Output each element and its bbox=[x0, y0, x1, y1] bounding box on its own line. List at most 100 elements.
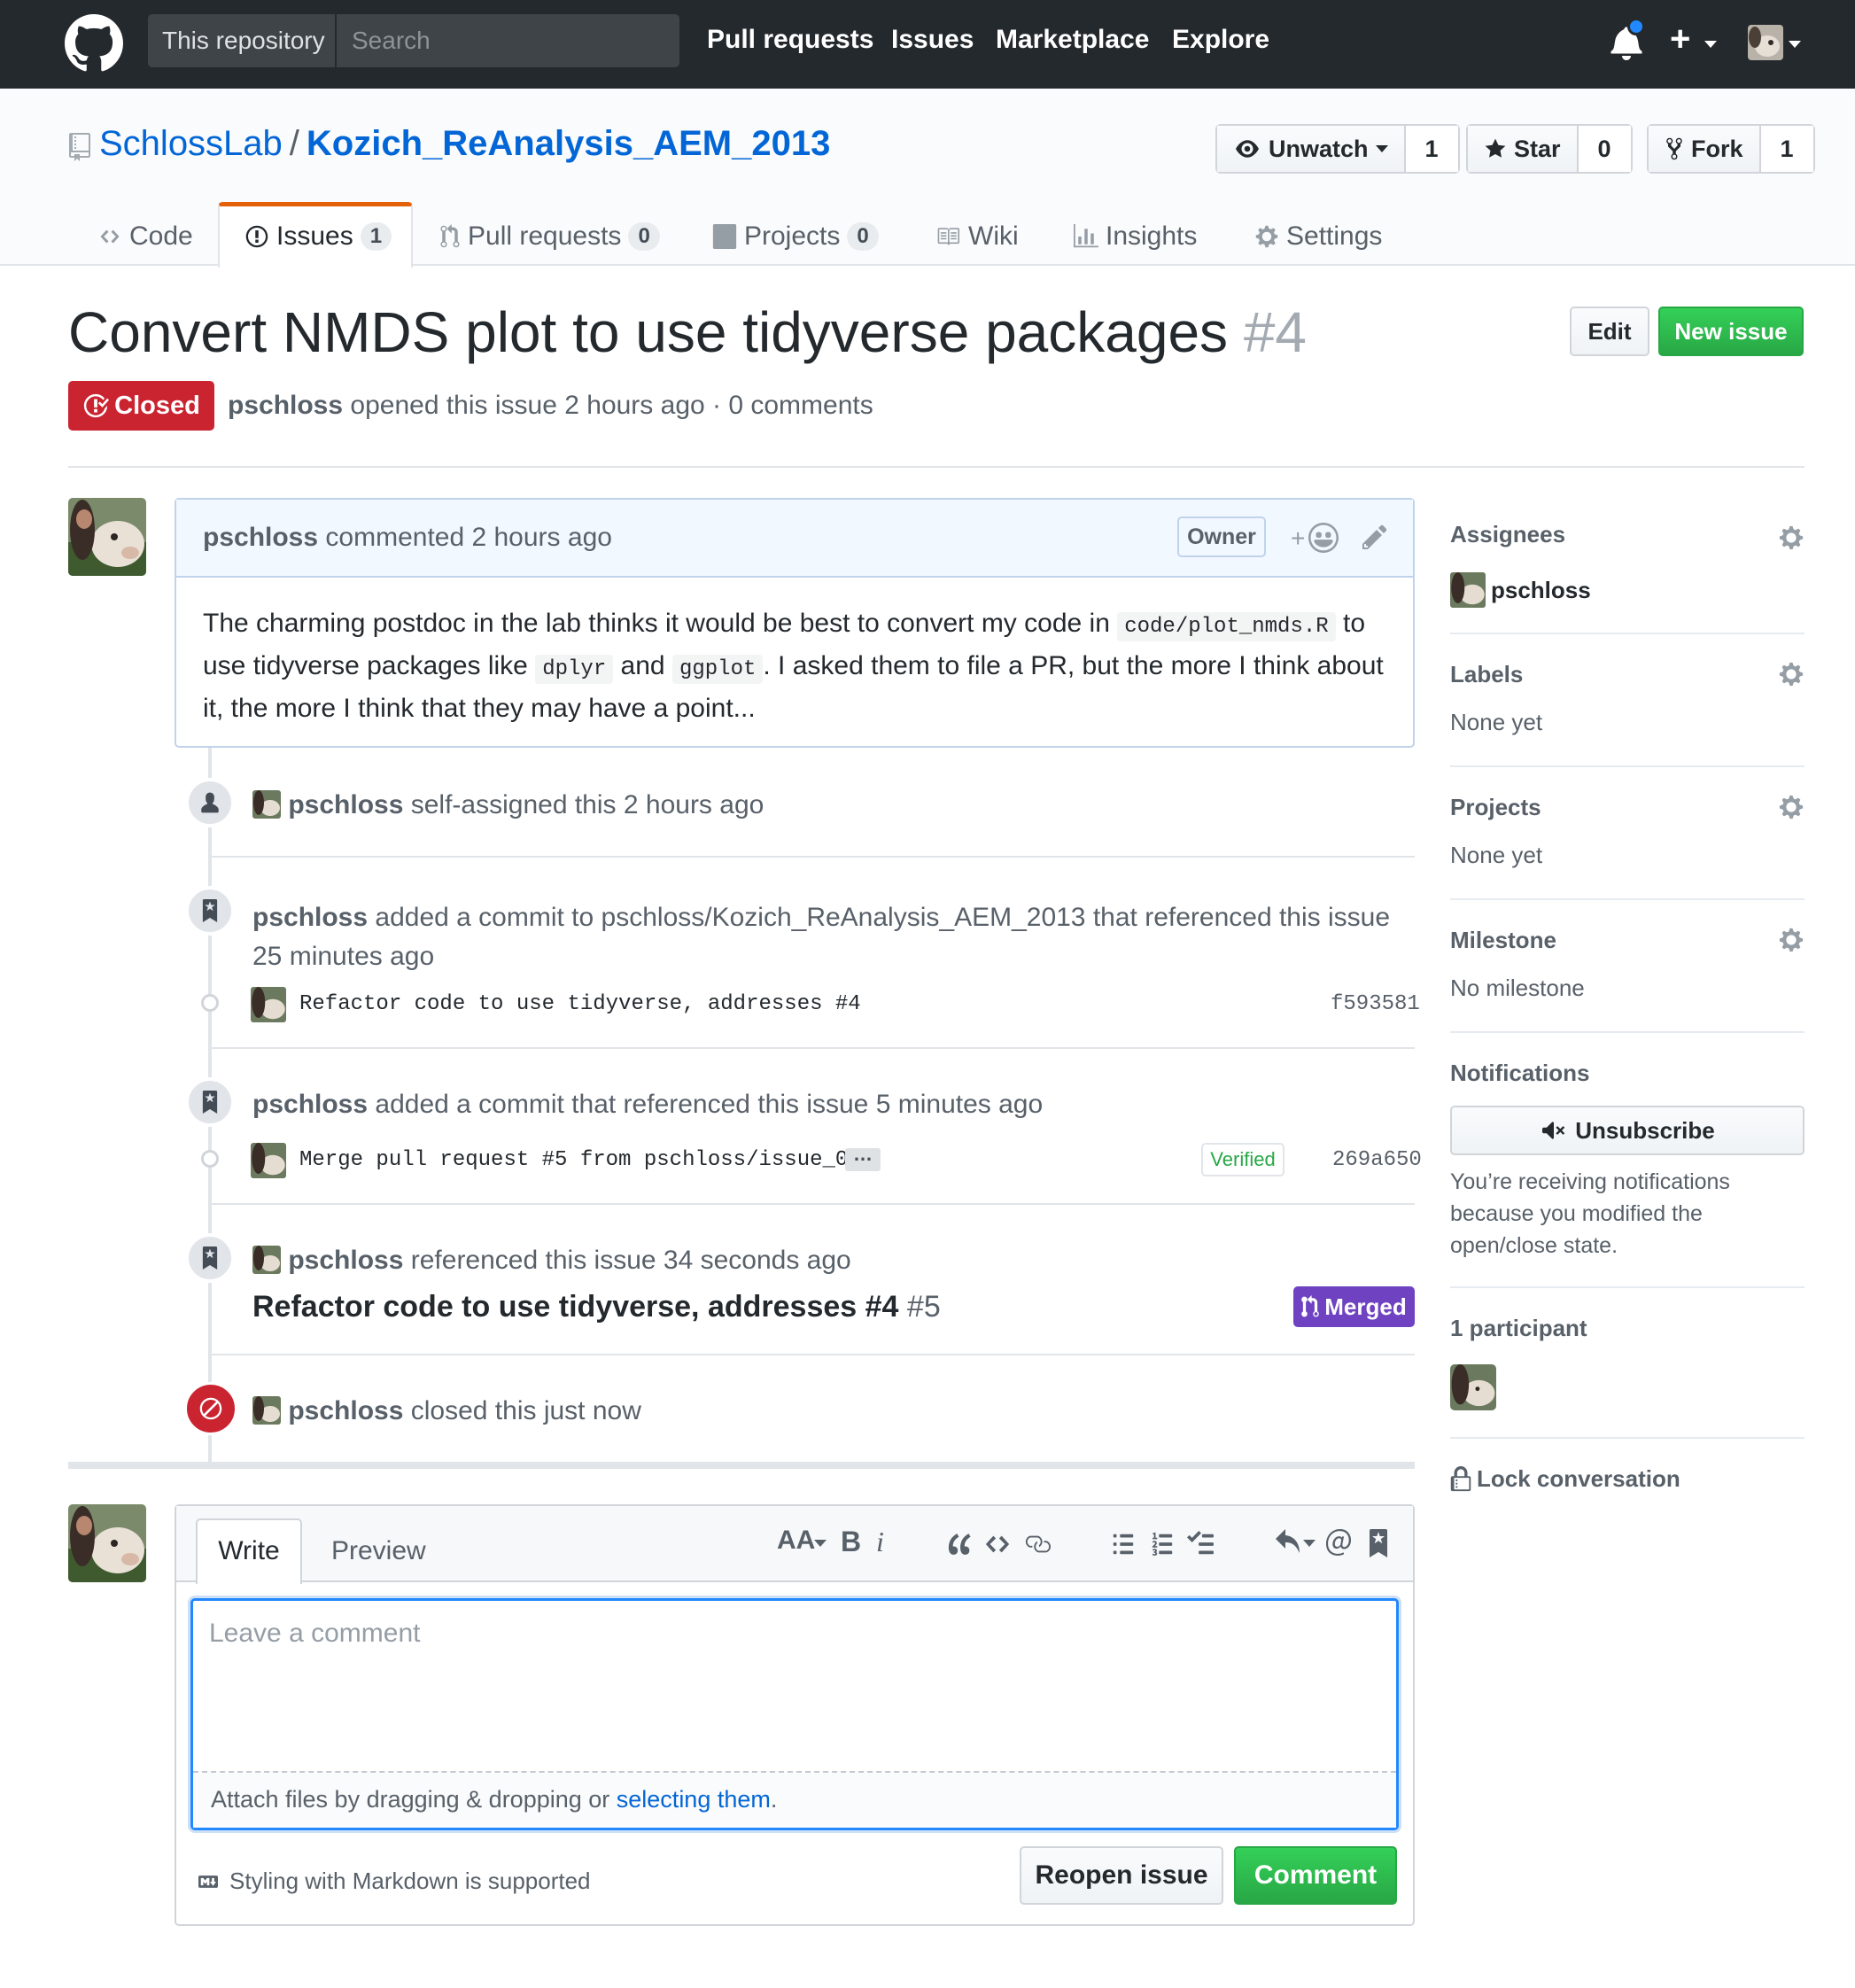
timeline-actor[interactable]: pschloss bbox=[252, 903, 368, 932]
forks-count[interactable]: 1 bbox=[1760, 126, 1813, 172]
tasklist-icon[interactable] bbox=[1186, 1531, 1215, 1557]
reopen-issue-button[interactable]: Reopen issue bbox=[1020, 1846, 1223, 1905]
nav-explore[interactable]: Explore bbox=[1172, 25, 1269, 55]
search-input[interactable] bbox=[338, 14, 679, 67]
quote-icon[interactable] bbox=[947, 1531, 974, 1557]
tab-wiki[interactable]: Wiki bbox=[935, 221, 1019, 252]
avatar[interactable] bbox=[68, 1504, 146, 1582]
tab-write[interactable]: Write bbox=[196, 1518, 302, 1584]
unwatch-label: Unwatch bbox=[1269, 135, 1369, 162]
gear-icon[interactable] bbox=[1779, 661, 1804, 687]
tab-code[interactable]: Code bbox=[97, 221, 193, 252]
markdown-icon bbox=[194, 1872, 222, 1891]
nav-pull-requests[interactable]: Pull requests bbox=[707, 25, 873, 55]
tab-preview[interactable]: Preview bbox=[331, 1536, 426, 1566]
timeline-actor[interactable]: pschloss bbox=[288, 1396, 403, 1425]
repo-owner-link[interactable]: SchlossLab bbox=[99, 124, 283, 163]
author-link[interactable]: pschloss bbox=[228, 391, 343, 420]
avatar[interactable] bbox=[68, 498, 146, 576]
assignee-item[interactable]: pschloss bbox=[1450, 572, 1591, 608]
lock-conversation-link[interactable]: Lock conversation bbox=[1450, 1465, 1680, 1493]
nav-marketplace[interactable]: Marketplace bbox=[996, 25, 1149, 55]
chevron-down-icon[interactable] bbox=[1303, 1540, 1316, 1547]
attach-files-bar[interactable]: Attach files by dragging & dropping or s… bbox=[193, 1771, 1396, 1828]
verified-badge[interactable]: Verified bbox=[1201, 1143, 1285, 1176]
tab-insights[interactable]: Insights bbox=[1074, 221, 1197, 252]
divider bbox=[68, 466, 1805, 468]
gear-icon[interactable] bbox=[1779, 794, 1804, 820]
comment-textarea[interactable] bbox=[193, 1601, 1396, 1771]
github-logo-icon[interactable] bbox=[65, 14, 123, 73]
tab-projects[interactable]: Projects 0 bbox=[712, 221, 879, 252]
comment-submit-button[interactable]: Comment bbox=[1234, 1846, 1397, 1905]
sidebar-assignees-title[interactable]: Assignees bbox=[1450, 521, 1565, 548]
timeline-assigned-event: pschloss self-assigned this 2 hours ago bbox=[252, 790, 764, 820]
code-icon[interactable] bbox=[984, 1531, 1011, 1557]
avatar[interactable] bbox=[251, 1143, 286, 1178]
plus-icon[interactable]: + bbox=[1670, 19, 1690, 59]
select-files-link[interactable]: selecting them bbox=[617, 1786, 771, 1813]
nav-issues[interactable]: Issues bbox=[891, 25, 974, 55]
expand-commit-button[interactable]: … bbox=[845, 1145, 881, 1171]
timeline-end-divider bbox=[68, 1462, 1415, 1469]
avatar[interactable] bbox=[252, 1246, 281, 1274]
avatar[interactable] bbox=[252, 790, 281, 819]
labels-value: None yet bbox=[1450, 709, 1543, 735]
sidebar-projects-title[interactable]: Projects bbox=[1450, 794, 1541, 821]
link-icon[interactable] bbox=[1023, 1531, 1052, 1557]
edit-button[interactable]: Edit bbox=[1570, 307, 1649, 356]
markdown-note[interactable]: Styling with Markdown is supported bbox=[194, 1868, 591, 1895]
star-button[interactable]: Star bbox=[1468, 126, 1579, 172]
chevron-down-icon[interactable] bbox=[1704, 41, 1717, 48]
fork-icon bbox=[1665, 136, 1684, 161]
chevron-down-icon[interactable] bbox=[814, 1540, 827, 1547]
tab-issues[interactable]: Issues 1 bbox=[244, 221, 392, 252]
owner-label: Owner bbox=[1177, 516, 1266, 557]
tab-pull-requests[interactable]: Pull requests 0 bbox=[439, 221, 660, 252]
repo-name-link[interactable]: Kozich_ReAnalysis_AEM_2013 bbox=[307, 124, 830, 163]
chevron-down-icon[interactable] bbox=[1789, 41, 1801, 48]
reaction-plus[interactable]: + bbox=[1291, 524, 1305, 553]
timeline-actor[interactable]: pschloss bbox=[288, 790, 403, 819]
avatar bbox=[1450, 572, 1486, 608]
book-icon bbox=[935, 225, 961, 248]
referenced-pr-link[interactable]: Refactor code to use tidyverse, addresse… bbox=[252, 1290, 941, 1324]
new-comment-form: Write Preview AA B i Attach files by dra… bbox=[175, 1504, 1415, 1926]
sidebar-labels-title[interactable]: Labels bbox=[1450, 661, 1523, 688]
avatar[interactable] bbox=[1748, 25, 1783, 60]
unordered-list-icon[interactable] bbox=[1110, 1531, 1137, 1557]
pencil-icon[interactable] bbox=[1362, 523, 1388, 551]
inline-code: dplyr bbox=[535, 655, 614, 684]
comment-author-link[interactable]: pschloss bbox=[203, 523, 318, 552]
mention-icon[interactable] bbox=[1324, 1529, 1353, 1557]
commit-sha-link[interactable]: f593581 bbox=[1331, 992, 1420, 1016]
ordered-list-icon[interactable] bbox=[1149, 1531, 1176, 1557]
commit-message-link[interactable]: Merge pull request #5 from pschloss/issu… bbox=[299, 1148, 873, 1172]
sidebar-milestone-title[interactable]: Milestone bbox=[1450, 927, 1556, 954]
new-issue-button[interactable]: New issue bbox=[1658, 307, 1804, 356]
avatar[interactable] bbox=[251, 987, 286, 1022]
heading-tool[interactable]: AA bbox=[777, 1526, 815, 1556]
italic-tool[interactable]: i bbox=[876, 1526, 884, 1558]
stargazers-count[interactable]: 0 bbox=[1578, 126, 1631, 172]
eye-icon bbox=[1233, 137, 1261, 160]
divider bbox=[210, 1354, 1415, 1355]
commit-message-link[interactable]: Refactor code to use tidyverse, addresse… bbox=[299, 992, 861, 1016]
commit-sha-link[interactable]: 269a650 bbox=[1332, 1148, 1422, 1172]
watchers-count[interactable]: 1 bbox=[1405, 126, 1458, 172]
unsubscribe-label: Unsubscribe bbox=[1575, 1116, 1715, 1144]
smiley-icon[interactable] bbox=[1308, 523, 1339, 553]
unsubscribe-button[interactable]: Unsubscribe bbox=[1450, 1106, 1805, 1155]
unwatch-button[interactable]: Unwatch bbox=[1217, 126, 1406, 172]
bookmark-icon[interactable] bbox=[1369, 1529, 1388, 1557]
gear-icon[interactable] bbox=[1779, 927, 1804, 953]
avatar[interactable] bbox=[252, 1396, 281, 1425]
fork-button[interactable]: Fork bbox=[1649, 126, 1761, 172]
tab-settings[interactable]: Settings bbox=[1254, 221, 1382, 252]
timeline-actor[interactable]: pschloss bbox=[252, 1090, 368, 1119]
avatar[interactable] bbox=[1450, 1364, 1496, 1410]
timeline-actor[interactable]: pschloss bbox=[288, 1246, 403, 1275]
reply-icon[interactable] bbox=[1273, 1529, 1301, 1557]
bold-tool[interactable]: B bbox=[841, 1526, 861, 1558]
gear-icon[interactable] bbox=[1779, 524, 1804, 551]
